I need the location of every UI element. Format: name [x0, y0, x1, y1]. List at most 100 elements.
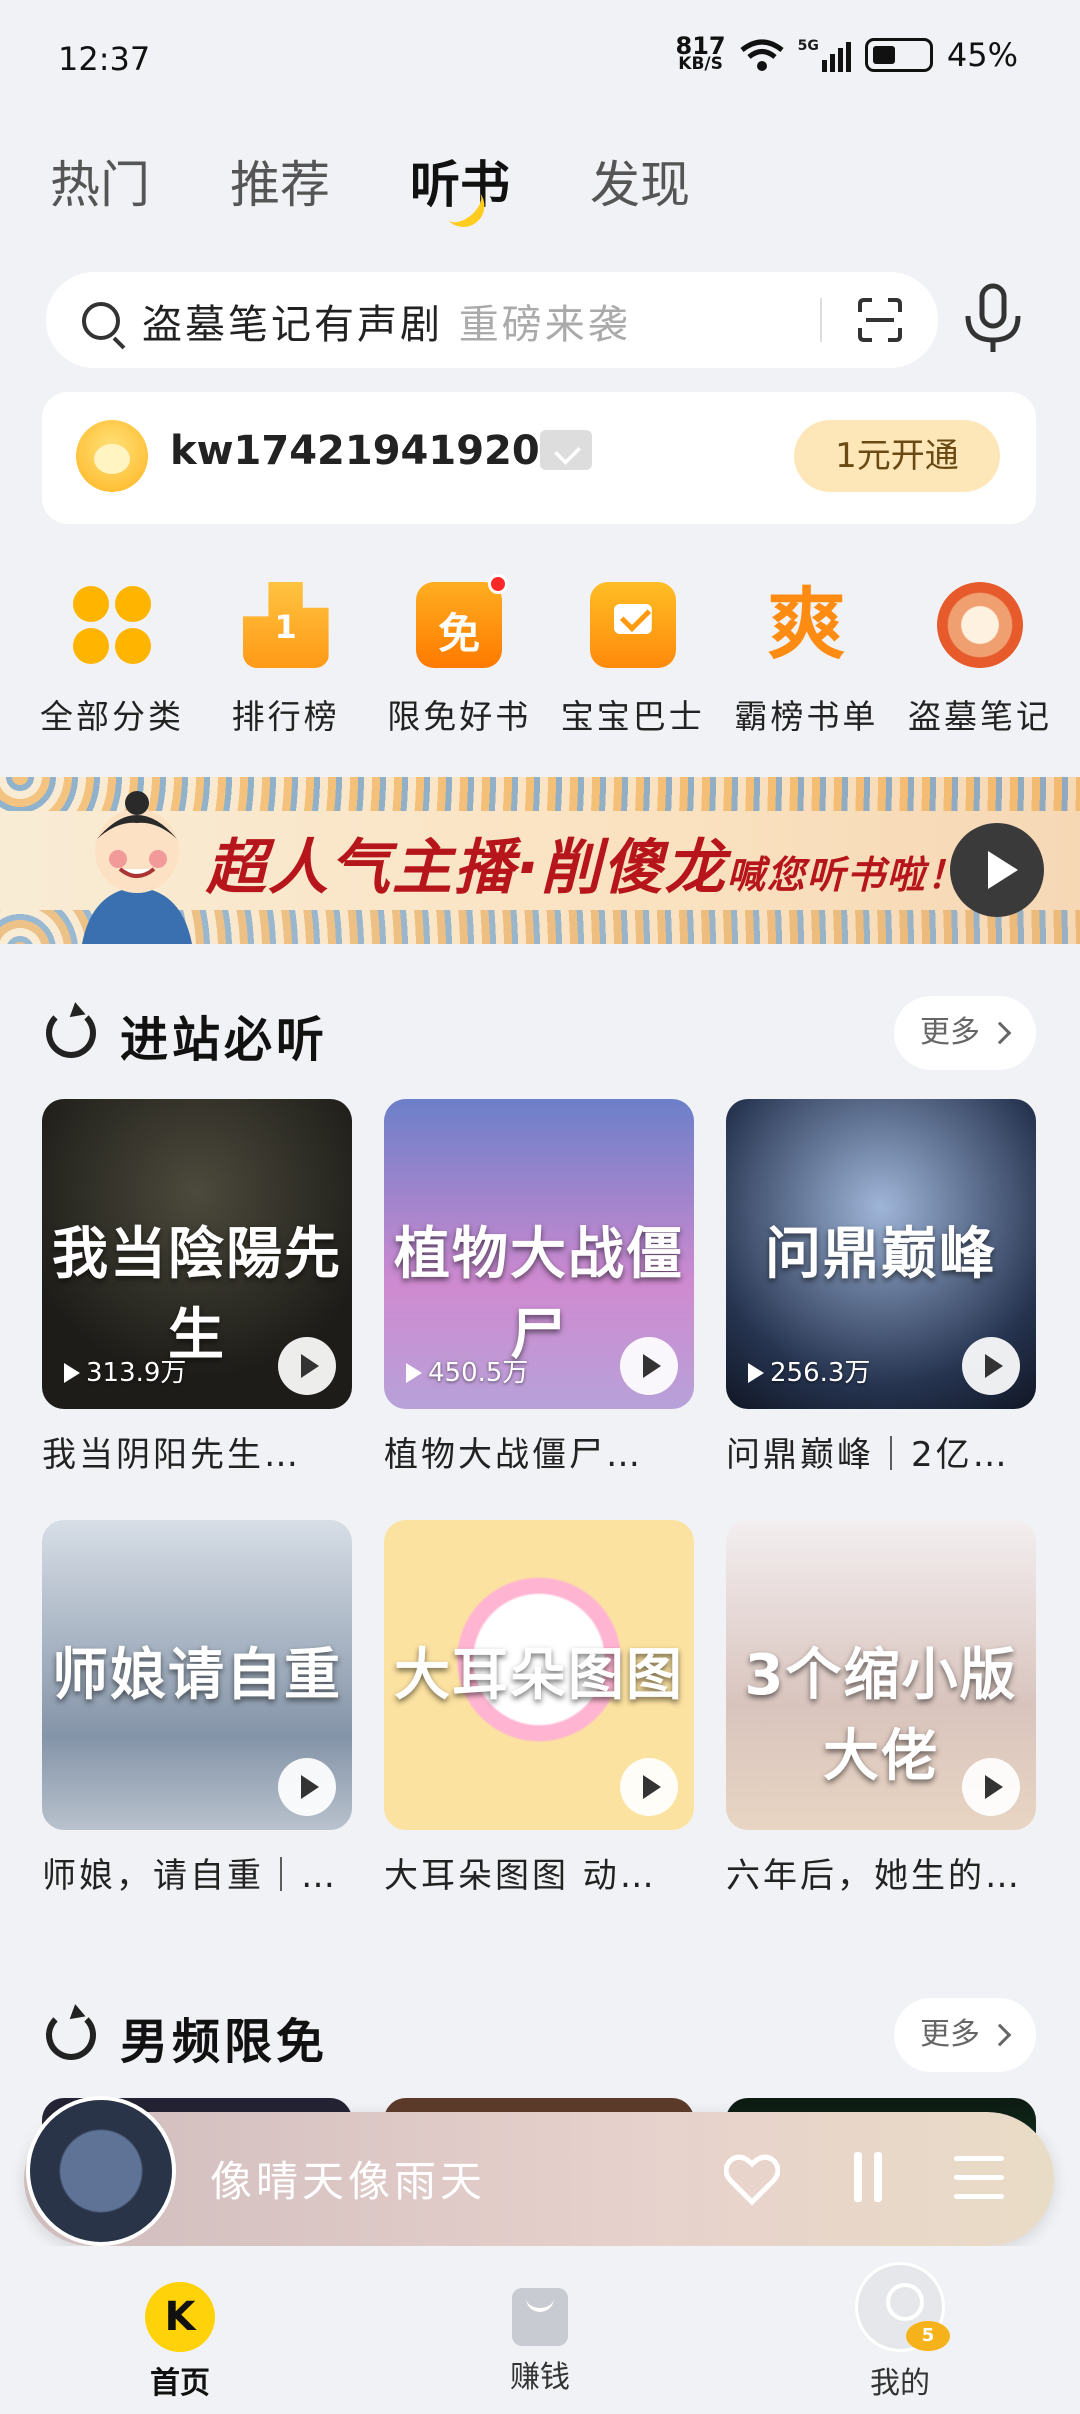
refresh-icon[interactable]	[46, 2010, 96, 2060]
tab-discover[interactable]: 发现	[590, 150, 770, 230]
book-title: 植物大战僵尸…	[384, 1435, 643, 1475]
open-vip-button[interactable]: 1元开通	[794, 420, 1000, 492]
banner-play-button[interactable]	[950, 823, 1044, 917]
divider	[820, 298, 822, 342]
section-title: 男频限免	[120, 2014, 329, 2070]
play-icon[interactable]	[620, 1337, 678, 1395]
profile-avatar-icon: 5	[855, 2262, 950, 2352]
banner-main-text: 超人气主播·削傻龙	[206, 833, 727, 903]
entry-label: 盗墓笔记	[907, 697, 1052, 736]
book-card[interactable]: 大耳朵图图 大耳朵图图 动…	[384, 1520, 694, 1897]
book-title: 六年后，她生的…	[726, 1856, 1022, 1896]
tab-recommend[interactable]: 推荐	[230, 150, 410, 230]
nav-earn[interactable]: 赚钱	[460, 2282, 620, 2396]
level-badge: 5	[906, 2321, 950, 2351]
play-icon[interactable]	[278, 1758, 336, 1816]
book-cover: 我当陰陽先生 313.9万	[42, 1099, 352, 1409]
nav-label: 首页	[150, 2366, 210, 2401]
host-character-illustration	[82, 791, 192, 944]
battery-percent: 45%	[946, 36, 1018, 74]
book-card[interactable]: 问鼎巅峰 256.3万 问鼎巅峰｜2亿…	[726, 1099, 1036, 1476]
baby-bus-icon	[589, 582, 676, 668]
cellular-signal: 5G	[798, 38, 851, 72]
entry-label: 限免好书	[387, 697, 532, 736]
net-speed-unit: KB/S	[678, 54, 723, 74]
top-tabs: 热门 推荐 听书 发现	[50, 150, 770, 230]
tab-hot[interactable]: 热门	[50, 150, 230, 230]
bottom-nav: 首页 赚钱 5 我的	[0, 2246, 1080, 2414]
quick-entries: 全部分类 排行榜 限免好书 宝宝巴士 爽 霸榜书单 盗墓笔记	[26, 574, 1066, 738]
playlist-icon[interactable]	[954, 2156, 1004, 2200]
cover-title: 大耳朵图图	[394, 1643, 684, 1708]
signal-bar-icon	[821, 60, 827, 72]
wifi-icon	[740, 39, 784, 71]
entry-all-categories[interactable]: 全部分类	[26, 582, 198, 738]
nav-home[interactable]: 首页	[100, 2282, 260, 2402]
entry-top-list[interactable]: 爽 霸榜书单	[720, 582, 892, 738]
section-header-male-free: 男频限免 更多	[46, 1994, 1036, 2074]
network-type: 5G	[797, 38, 819, 54]
signal-bar-icon	[845, 42, 851, 72]
avatar[interactable]	[76, 420, 148, 492]
book-grid: 我当陰陽先生 313.9万 我当阴阳先生… 植物大战僵尸 450.5万 植物大战…	[42, 1099, 1036, 1897]
book-title: 我当阴阳先生…	[42, 1435, 301, 1475]
signal-bar-icon	[829, 54, 835, 72]
status-bar: 12:37 817 KB/S 5G 45%	[0, 0, 1080, 120]
cover-title: 问鼎巅峰	[765, 1222, 997, 1287]
book-cover: 3个缩小版大佬	[726, 1520, 1036, 1830]
section-title: 进站必听	[120, 1012, 329, 1068]
free-books-icon	[416, 574, 509, 668]
nav-me[interactable]: 5 我的	[820, 2262, 980, 2402]
play-icon[interactable]	[278, 1337, 336, 1395]
entry-baby-bus[interactable]: 宝宝巴士	[547, 582, 719, 738]
promo-banner[interactable]: 超人气主播·削傻龙喊您听书啦！	[0, 777, 1080, 944]
book-card[interactable]: 我当陰陽先生 313.9万 我当阴阳先生…	[42, 1099, 352, 1476]
more-button[interactable]: 更多	[894, 1998, 1036, 2072]
entry-label: 排行榜	[231, 697, 340, 736]
wallet-icon	[512, 2288, 568, 2346]
chevron-right-icon	[988, 2023, 1012, 2047]
net-speed: 817 KB/S	[675, 32, 726, 74]
mini-player[interactable]: 像晴天像雨天	[24, 2096, 1054, 2246]
book-card[interactable]: 师娘请自重 师娘，请自重｜…	[42, 1520, 352, 1897]
book-title: 问鼎巅峰｜2亿…	[726, 1435, 1010, 1475]
entry-label: 宝宝巴士	[560, 697, 705, 736]
category-grid-icon	[69, 582, 155, 668]
entry-tomb-notes[interactable]: 盗墓笔记	[894, 582, 1066, 738]
play-icon[interactable]	[962, 1758, 1020, 1816]
notification-dot	[488, 574, 509, 594]
more-button[interactable]: 更多	[894, 996, 1036, 1070]
book-card[interactable]: 植物大战僵尸 450.5万 植物大战僵尸…	[384, 1099, 694, 1476]
book-title: 师娘，请自重｜…	[42, 1856, 338, 1896]
refresh-icon[interactable]	[46, 1008, 96, 1058]
search-query: 盗墓笔记有声剧	[142, 302, 443, 348]
vip-badge-icon	[540, 430, 592, 470]
now-playing-title: 像晴天像雨天	[210, 2157, 487, 2206]
play-count: 313.9万	[64, 1352, 186, 1389]
more-label: 更多	[920, 1015, 980, 1050]
entry-label: 霸榜书单	[734, 697, 879, 736]
voice-search-icon[interactable]	[960, 282, 1024, 356]
username: kw1742194192082	[170, 428, 596, 474]
search-icon	[82, 302, 120, 340]
net-speed-value: 817	[675, 32, 726, 60]
play-count: 256.3万	[748, 1352, 870, 1389]
play-icon[interactable]	[620, 1758, 678, 1816]
banner-title: 超人气主播·削傻龙喊您听书啦！	[206, 819, 967, 906]
search-bar[interactable]: 盗墓笔记有声剧 重磅来袭	[46, 272, 938, 368]
pause-icon[interactable]	[850, 2152, 886, 2206]
scan-icon[interactable]	[856, 296, 904, 344]
entry-ranking[interactable]: 排行榜	[200, 582, 372, 738]
tab-audiobook[interactable]: 听书	[410, 150, 590, 230]
ranking-icon	[242, 582, 329, 668]
vip-member-card[interactable]: kw1742194192082 1元开通	[42, 392, 1036, 524]
book-card[interactable]: 3个缩小版大佬 六年后，她生的…	[726, 1520, 1036, 1897]
battery-icon	[864, 38, 933, 72]
more-label: 更多	[920, 2017, 980, 2052]
play-icon[interactable]	[962, 1337, 1020, 1395]
entry-free-books[interactable]: 限免好书	[373, 574, 545, 738]
album-art[interactable]	[26, 2096, 176, 2246]
heart-icon[interactable]	[724, 2152, 780, 2206]
signal-bar-icon	[837, 48, 843, 72]
search-hint: 重磅来袭	[458, 302, 631, 348]
